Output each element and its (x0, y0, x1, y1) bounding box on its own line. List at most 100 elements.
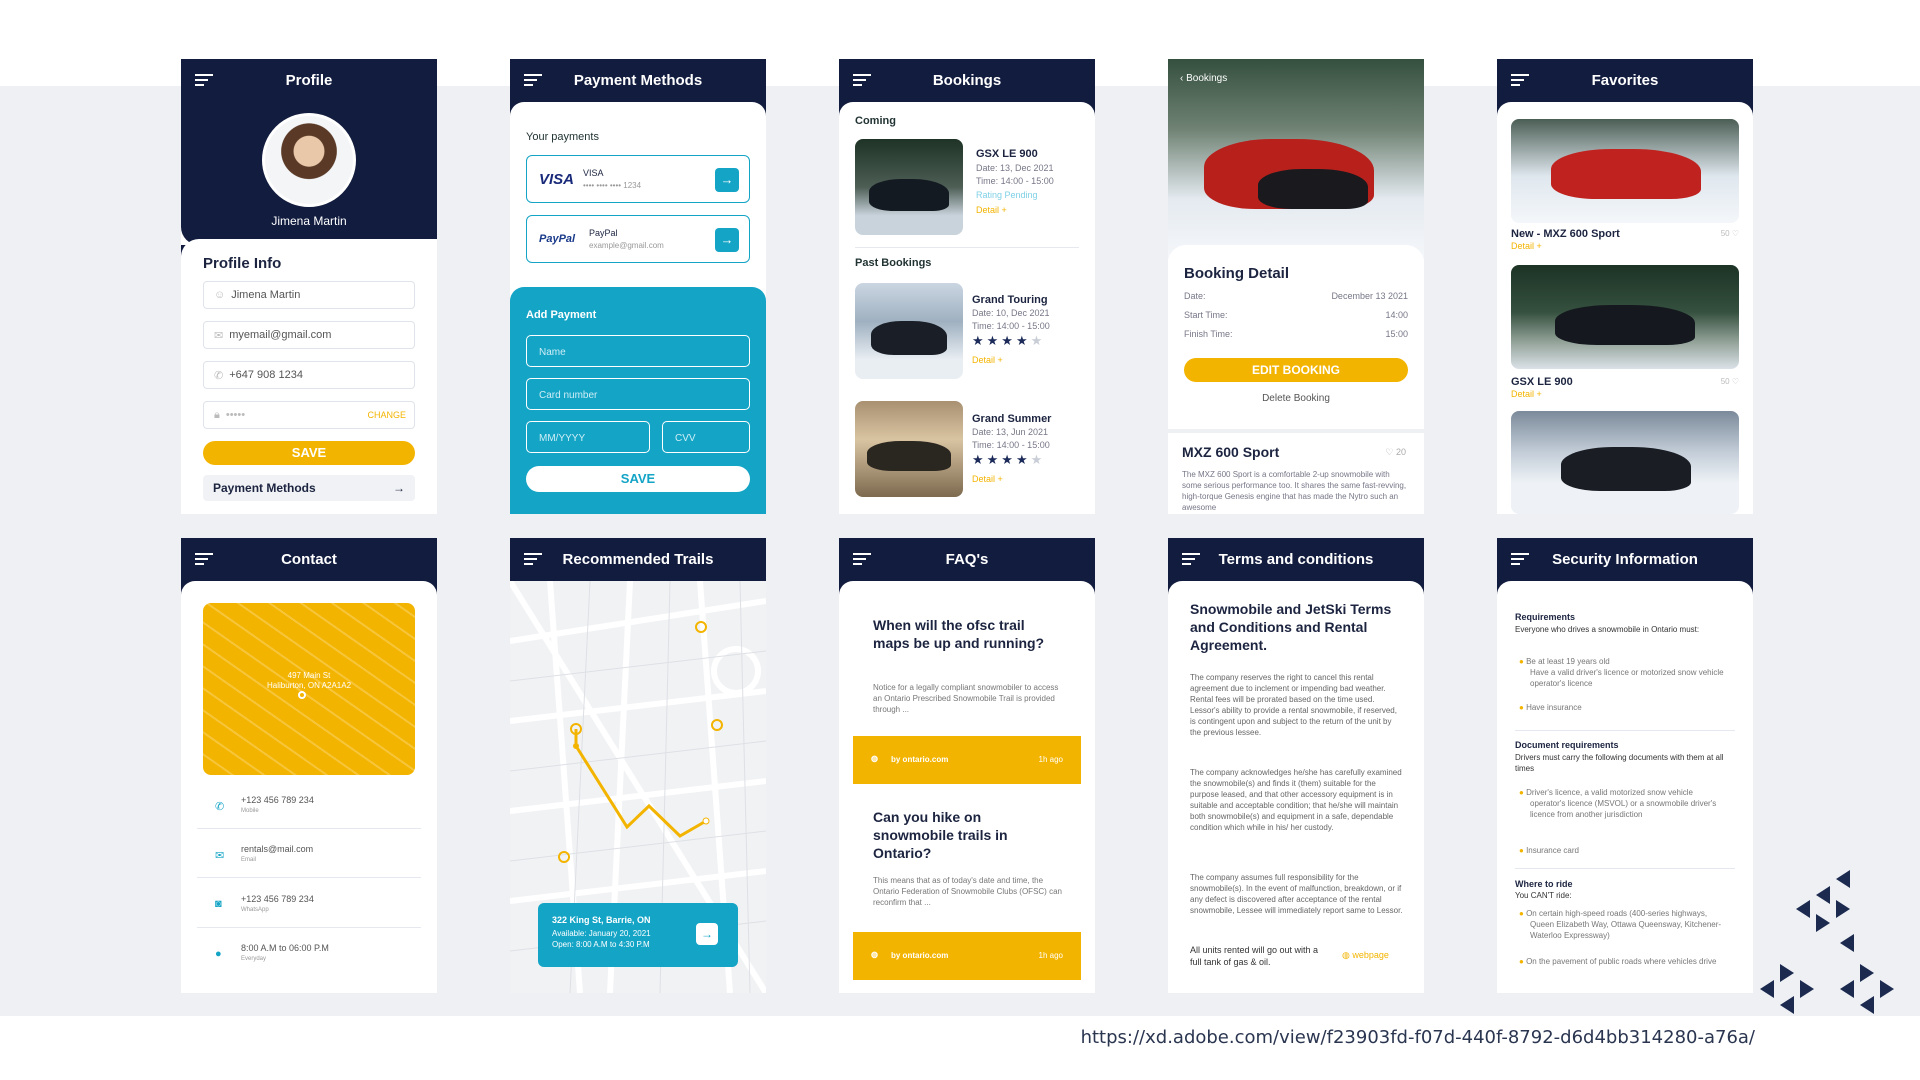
header: Contact (181, 538, 437, 581)
payment-methods-link[interactable]: Payment Methods → (203, 475, 415, 501)
location-map[interactable]: 497 Main St Haliburton, ON A2A1A2 (203, 603, 415, 775)
visa-label: VISA (583, 168, 604, 178)
heart-icon: ♡ (1729, 229, 1739, 238)
user-icon: ☺ (214, 289, 226, 301)
heart-icon: ♡ (1729, 377, 1739, 386)
detail-link[interactable]: Detail + (972, 474, 1003, 484)
list-item-detail: Have a valid driver's licence or motoriz… (1530, 668, 1724, 688)
page-title: Security Information (1552, 551, 1698, 568)
trail-hours: Open: 8:00 A.M to 4:30 P.M (552, 940, 650, 949)
phone-field[interactable]: ✆ +647 908 1234 (203, 361, 415, 389)
likes: 50 ♡ (1720, 229, 1739, 238)
trail-info-card[interactable]: 322 King St, Barrie, ON Available: Janua… (538, 903, 738, 967)
detail-link[interactable]: Detail + (976, 205, 1007, 215)
menu-icon[interactable] (1182, 553, 1200, 566)
finish-label: Finish Time: (1184, 329, 1233, 339)
page-title: Favorites (1591, 72, 1659, 89)
save-button[interactable]: SAVE (526, 466, 750, 492)
add-payment-title: Add Payment (526, 309, 597, 321)
detail-link[interactable]: Detail + (1511, 241, 1542, 251)
booking-status: Rating Pending (976, 190, 1038, 200)
trail-address: 322 King St, Barrie, ON (552, 915, 651, 925)
menu-icon[interactable] (195, 553, 213, 566)
change-link[interactable]: CHANGE (367, 410, 406, 420)
header: Favorites (1497, 59, 1753, 102)
payment-screen: Payment Methods Your payments VISA VISA … (510, 59, 766, 514)
faq-question[interactable]: Can you hike on snowmobile trails in Ont… (873, 808, 1063, 862)
card-number-input[interactable]: Card number (526, 378, 750, 410)
webpage-link[interactable]: ◍ webpage (1342, 950, 1389, 961)
faq-source-bar[interactable]: ◍ by ontario.com 1h ago (853, 736, 1081, 784)
booking-image (855, 401, 963, 497)
expiry-input[interactable]: MM/YYYY (526, 421, 650, 453)
lock-icon: 🔒︎ (214, 408, 220, 421)
section-title: Profile Info (203, 255, 282, 272)
contact-screen: Contact 497 Main St Haliburton, ON A2A1A… (181, 538, 437, 993)
model-description: The MXZ 600 Sport is a comfortable 2-up … (1182, 470, 1407, 512)
whatsapp-number[interactable]: +123 456 789 234 (241, 894, 314, 904)
finish-value: 15:00 (1385, 329, 1408, 339)
menu-icon[interactable] (524, 74, 542, 87)
booking-date: Date: 13, Jun 2021 (972, 427, 1049, 437)
name-input[interactable]: Name (526, 335, 750, 367)
header: Security Information (1497, 538, 1753, 581)
booking-name: GSX LE 900 (976, 148, 1038, 160)
save-button[interactable]: SAVE (203, 441, 415, 465)
faq-source-bar[interactable]: ◍ by ontario.com 1h ago (853, 932, 1081, 980)
favorite-image[interactable] (1511, 119, 1739, 223)
favorite-image[interactable] (1511, 265, 1739, 369)
delete-booking-link[interactable]: Delete Booking (1168, 393, 1424, 404)
add-payment-panel: Add Payment Name Card number MM/YYYY CVV… (510, 287, 766, 514)
decorative-triangles (1750, 860, 1920, 1030)
detail-link[interactable]: Detail + (1511, 389, 1542, 399)
footer-url[interactable]: https://xd.adobe.com/view/f23903fd-f07d-… (1081, 1027, 1755, 1048)
section-subtext: You CAN'T ride: (1515, 891, 1572, 900)
detail-link[interactable]: Detail + (972, 355, 1003, 365)
past-bookings-label: Past Bookings (855, 257, 932, 269)
coming-label: Coming (855, 115, 896, 127)
menu-icon[interactable] (1511, 74, 1529, 87)
menu-icon[interactable] (1511, 553, 1529, 566)
password-field[interactable]: 🔒︎ ••••• CHANGE (203, 401, 415, 429)
page-title: Contact (281, 551, 337, 568)
arrow-right-button[interactable]: → (715, 228, 739, 252)
list-item: ● Insurance card (1519, 846, 1579, 855)
globe-icon: ◍ (871, 754, 878, 763)
rating-stars: ★★★★★ (972, 452, 1046, 467)
back-button[interactable]: ‹ Bookings (1180, 73, 1227, 84)
arrow-right-button[interactable]: → (696, 923, 718, 945)
phone-sublabel: Mobile (241, 808, 259, 814)
security-screen: Security Information Requirements Everyo… (1497, 538, 1753, 993)
name-field[interactable]: ☺ Jimena Martin (203, 281, 415, 309)
bookings-screen: Bookings Coming GSX LE 900 Date: 13, Dec… (839, 59, 1095, 514)
favorite-image[interactable] (1511, 411, 1739, 514)
visa-number: •••• •••• •••• 1234 (583, 181, 642, 190)
paypal-card[interactable]: PayPal PayPal example@gmail.com → (526, 215, 750, 263)
menu-icon[interactable] (524, 553, 542, 566)
booking-time: Time: 14:00 - 15:00 (976, 176, 1054, 186)
menu-icon[interactable] (853, 553, 871, 566)
arrow-right-button[interactable]: → (715, 168, 739, 192)
email-address[interactable]: rentals@mail.com (241, 844, 313, 854)
faq-question[interactable]: When will the ofsc trail maps be up and … (873, 616, 1063, 652)
cvv-input[interactable]: CVV (662, 421, 750, 453)
menu-icon[interactable] (195, 74, 213, 89)
booking-date: Date: 13, Dec 2021 (976, 163, 1054, 173)
page-title: Payment Methods (573, 72, 703, 89)
list-item: ● Driver's licence, a valid motorized sn… (1519, 788, 1717, 819)
section-subtext: Everyone who drives a snowmobile in Onta… (1515, 625, 1700, 634)
list-item: ● Be at least 19 years old (1519, 657, 1610, 666)
terms-footer-note: All units rented will go out with a full… (1190, 945, 1319, 967)
menu-icon[interactable] (853, 74, 871, 87)
paypal-email: example@gmail.com (589, 241, 664, 250)
faq-source: by ontario.com (891, 755, 949, 764)
likes: ♡ 20 (1385, 447, 1406, 457)
start-label: Start Time: (1184, 310, 1228, 320)
edit-booking-button[interactable]: EDIT BOOKING (1184, 358, 1408, 382)
terms-heading: Snowmobile and JetSki Terms and Conditio… (1190, 601, 1392, 653)
list-item: ● On the pavement of public roads where … (1519, 957, 1717, 966)
email-field[interactable]: ✉ myemail@gmail.com (203, 321, 415, 349)
faq-time: 1h ago (1038, 755, 1063, 764)
phone-number[interactable]: +123 456 789 234 (241, 795, 314, 805)
visa-card[interactable]: VISA VISA •••• •••• •••• 1234 → (526, 155, 750, 203)
